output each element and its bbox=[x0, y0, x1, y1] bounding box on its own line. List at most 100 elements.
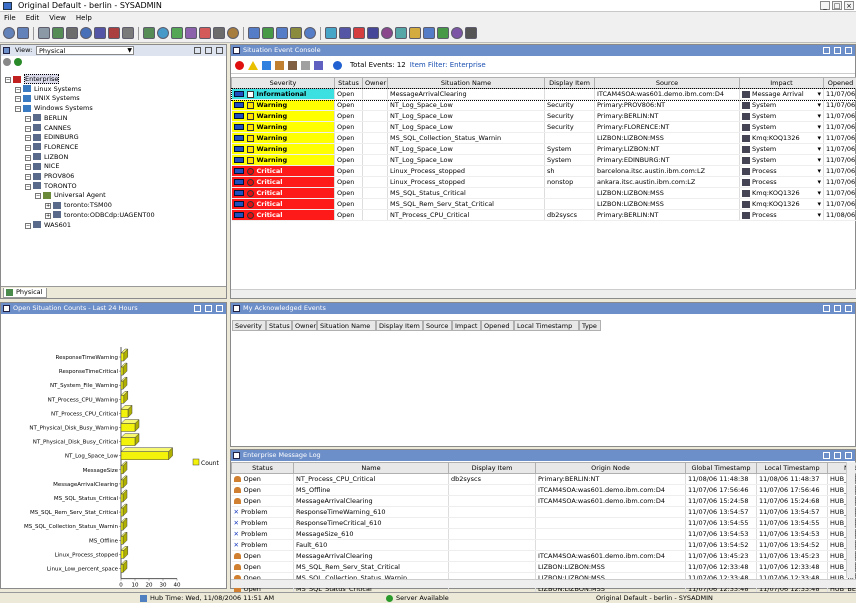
log-column-header[interactable]: Local Timestamp bbox=[756, 462, 828, 474]
tree-item[interactable]: − EDINBURG bbox=[25, 133, 79, 142]
maximize-button[interactable]: □ bbox=[832, 1, 842, 10]
tab-physical[interactable]: Physical bbox=[3, 288, 48, 298]
chevron-down-icon[interactable]: ▾ bbox=[817, 166, 821, 176]
tree-item[interactable]: − TORONTO bbox=[25, 182, 77, 191]
critical-filter-icon[interactable] bbox=[235, 60, 244, 70]
event-row[interactable]: Warning Open NT_Log_Space_Low System Primary… bbox=[231, 143, 856, 155]
event-row[interactable]: Warning Open NT_Log_Space_Low Security Prima… bbox=[231, 121, 856, 133]
audio-icon[interactable] bbox=[143, 27, 155, 39]
note-icon[interactable] bbox=[367, 27, 379, 39]
tree-item[interactable]: − FLORENCE bbox=[25, 143, 78, 152]
open-filter-icon[interactable] bbox=[275, 60, 284, 70]
ack-filter-icon[interactable] bbox=[288, 60, 297, 70]
log-icon[interactable] bbox=[395, 27, 407, 39]
chevron-down-icon[interactable]: ▾ bbox=[817, 144, 821, 154]
event-row[interactable]: Warning Open NT_Log_Space_Low Security Prima… bbox=[231, 110, 856, 122]
panel-max-icon[interactable] bbox=[205, 305, 212, 312]
refresh-icon[interactable] bbox=[157, 27, 169, 39]
ack-column-header[interactable]: Type bbox=[579, 320, 601, 331]
event-row[interactable]: Warning Open MS_SQL_Collection_Status_Warn… bbox=[231, 132, 856, 144]
record-icon[interactable] bbox=[122, 27, 134, 39]
expand-icon[interactable]: − bbox=[25, 144, 31, 151]
panel-max-icon[interactable] bbox=[834, 452, 841, 459]
menu-view[interactable]: View bbox=[49, 14, 66, 22]
expand-icon[interactable]: − bbox=[15, 106, 21, 113]
expand-icon[interactable]: − bbox=[5, 77, 11, 83]
log-row[interactable]: ✕ Problem MessageSize_610 11/07/06 13:54:53… bbox=[231, 528, 856, 540]
chevron-down-icon[interactable]: ▾ bbox=[817, 177, 821, 187]
ack-column-header[interactable]: Impact bbox=[452, 320, 481, 331]
close-button[interactable]: × bbox=[844, 1, 854, 10]
speaker-icon[interactable] bbox=[213, 27, 225, 39]
tree-item[interactable]: − PROV806 bbox=[25, 172, 74, 181]
expand-icon[interactable]: + bbox=[45, 203, 51, 210]
tree-item[interactable]: − BERLIN bbox=[25, 114, 67, 123]
browser-icon[interactable] bbox=[409, 27, 421, 39]
event-column-header[interactable]: Source bbox=[594, 77, 740, 89]
terminal-icon[interactable] bbox=[423, 27, 435, 39]
log-column-header[interactable]: Status bbox=[231, 462, 294, 474]
expand-icon[interactable]: − bbox=[25, 222, 31, 229]
link-icon[interactable] bbox=[80, 27, 92, 39]
log-column-header[interactable]: Display Item bbox=[448, 462, 536, 474]
save-icon[interactable] bbox=[52, 27, 64, 39]
print-icon[interactable] bbox=[66, 27, 78, 39]
event-impact[interactable]: System ▾ bbox=[739, 121, 824, 133]
panel-close-icon[interactable] bbox=[845, 452, 852, 459]
event-impact[interactable]: Process ▾ bbox=[739, 176, 824, 188]
expand-icon[interactable]: − bbox=[15, 96, 21, 103]
back-icon[interactable] bbox=[3, 27, 15, 39]
pause-icon[interactable] bbox=[185, 27, 197, 39]
event-impact[interactable]: Kmq:KOQ1326 ▾ bbox=[739, 198, 824, 210]
panel-split-icon[interactable] bbox=[823, 47, 830, 54]
expand-icon[interactable]: − bbox=[25, 115, 31, 122]
event-row[interactable]: Critical Open Linux_Process_stopped sh barce… bbox=[231, 165, 856, 177]
chevron-down-icon[interactable]: ▾ bbox=[817, 111, 821, 121]
ack-column-header[interactable]: Owner bbox=[292, 320, 317, 331]
log-column-header[interactable]: Origin Node bbox=[535, 462, 686, 474]
log-row[interactable]: Open MS_SQL_Rem_Serv_Stat_Critical LIZBON:… bbox=[231, 561, 856, 573]
ack-column-header[interactable]: Status bbox=[266, 320, 292, 331]
event-impact[interactable]: System ▾ bbox=[739, 110, 824, 122]
log-vertical-scrollbar[interactable] bbox=[846, 462, 855, 578]
expand-icon[interactable]: − bbox=[25, 154, 31, 161]
grid-icon[interactable] bbox=[304, 27, 316, 39]
chevron-down-icon[interactable]: ▾ bbox=[817, 100, 821, 110]
tree-item[interactable]: − Enterprise bbox=[5, 74, 60, 84]
log-row[interactable]: ✕ Problem ResponseTimeWarning_610 11/07/06 … bbox=[231, 506, 856, 518]
event-impact[interactable]: Process ▾ bbox=[739, 209, 824, 221]
tree-item[interactable]: − CANNES bbox=[25, 124, 71, 133]
panel-max-icon[interactable] bbox=[834, 47, 841, 54]
start-icon[interactable] bbox=[171, 27, 183, 39]
event-impact[interactable]: Message Arrival ▾ bbox=[739, 88, 824, 100]
tree-item[interactable]: − UNIX Systems bbox=[15, 94, 80, 103]
edit-icon[interactable] bbox=[227, 27, 239, 39]
event-row[interactable]: Warning Open NT_Log_Space_Low Security Prima… bbox=[231, 99, 856, 111]
ack-column-header[interactable]: Display Item bbox=[376, 320, 423, 331]
panel-close-icon[interactable] bbox=[216, 47, 223, 54]
log-row[interactable]: Open MS_Offline ITCAM4SOA:was601.demo.ibm.… bbox=[231, 484, 856, 496]
topology-icon[interactable] bbox=[451, 27, 463, 39]
panel-split-icon[interactable] bbox=[823, 452, 830, 459]
chevron-down-icon[interactable]: ▾ bbox=[817, 188, 821, 198]
event-impact[interactable]: Kmq:KOQ1326 ▾ bbox=[739, 187, 824, 199]
panel-close-icon[interactable] bbox=[845, 47, 852, 54]
log-row[interactable]: Open MessageArrivalClearing ITCAM4SOA:was6… bbox=[231, 550, 856, 562]
window-icon[interactable] bbox=[248, 27, 260, 39]
event-row[interactable]: Critical Open Linux_Process_stopped nonstop… bbox=[231, 176, 856, 188]
alert-icon[interactable] bbox=[353, 27, 365, 39]
chevron-down-icon[interactable]: ▾ bbox=[817, 199, 821, 209]
expand-icon[interactable]: − bbox=[25, 125, 31, 132]
informational-filter-icon[interactable] bbox=[262, 60, 271, 70]
event-row[interactable]: Critical Open MS_SQL_Status_Critical LIZBON… bbox=[231, 187, 856, 199]
log-row[interactable]: Open MessageArrivalClearing ITCAM4SOA:was6… bbox=[231, 495, 856, 507]
event-column-header[interactable]: Opened bbox=[823, 77, 856, 89]
panel-close-icon[interactable] bbox=[845, 305, 852, 312]
log-column-header[interactable]: Name bbox=[293, 462, 449, 474]
ack-column-header[interactable]: Opened bbox=[481, 320, 514, 331]
event-impact[interactable]: System ▾ bbox=[739, 154, 824, 166]
log-row[interactable]: ✕ Problem Fault_610 11/07/06 13:54:52 11/07/… bbox=[231, 539, 856, 551]
event-column-header[interactable]: Owner bbox=[362, 77, 388, 89]
table-icon[interactable] bbox=[276, 27, 288, 39]
forward-icon[interactable] bbox=[17, 27, 29, 39]
